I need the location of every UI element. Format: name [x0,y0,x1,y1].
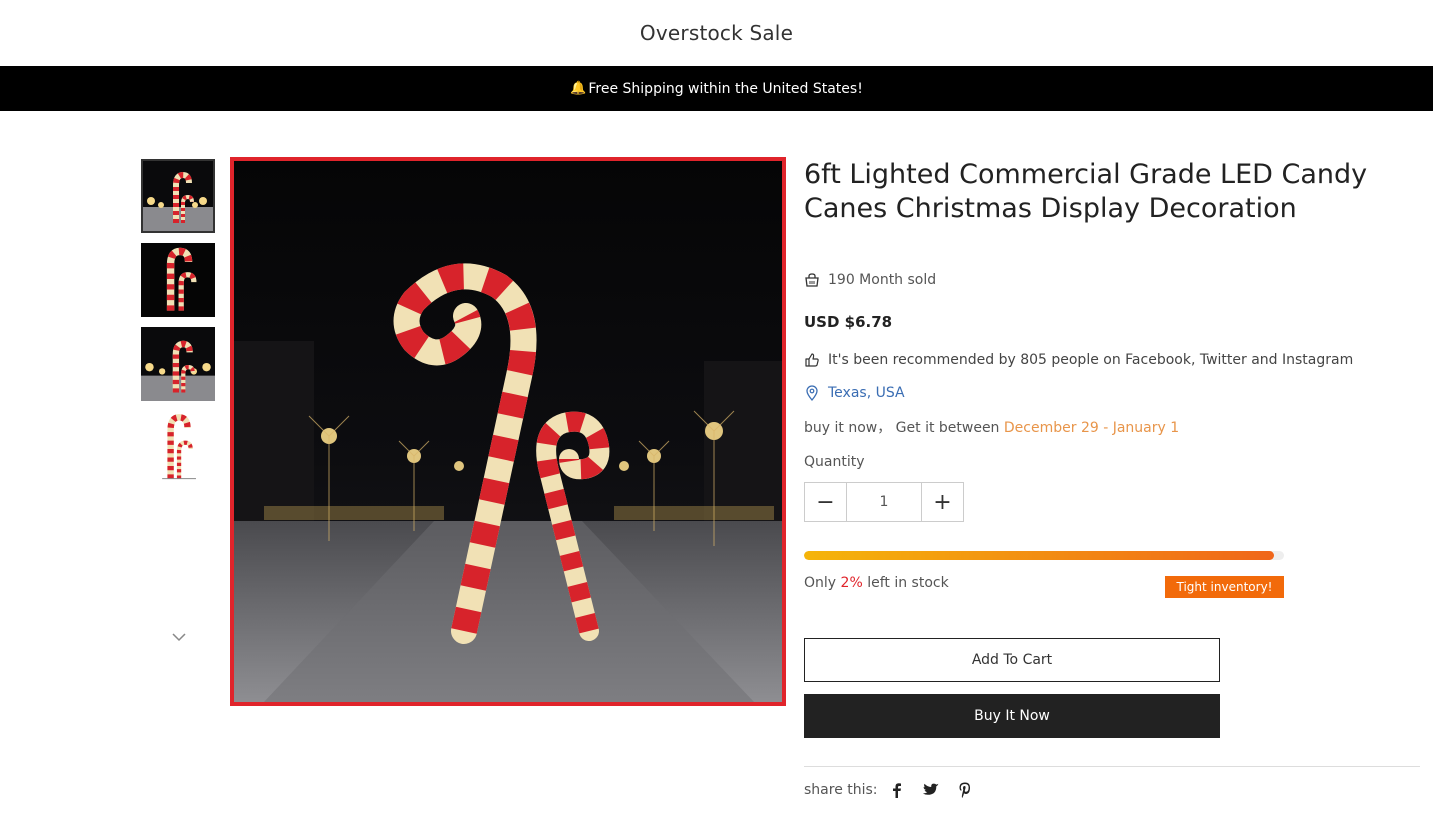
sold-count: 190 Month sold [804,272,936,288]
thumbnail-3[interactable] [141,327,215,401]
share-bar: share this: [804,781,990,799]
stock-suffix: left in stock [862,575,949,591]
location: Texas, USA [804,385,905,401]
thumbs-up-icon [805,353,819,367]
product-info: 6ft Lighted Commercial Grade LED Candy C… [804,158,1420,226]
bell-icon: 🔔 [570,81,587,96]
add-to-cart-button[interactable]: Add To Cart [804,638,1220,682]
thumbnail-list [141,159,215,495]
facebook-icon[interactable] [888,781,906,799]
sold-text: 190 Month sold [828,272,937,288]
quantity-label: Quantity [804,454,865,470]
divider [804,766,1420,767]
stock-prefix: Only [804,575,841,591]
map-pin-icon [806,385,818,401]
site-header: Overstock Sale [0,0,1433,66]
shopping-basket-icon [805,273,819,287]
main-product-image[interactable] [230,157,786,706]
product-price: USD $6.78 [804,313,893,331]
delivery-estimate: buy it now， Get it between December 29 -… [804,417,1179,437]
stock-status: Only 2% left in stock [804,575,949,591]
quantity-decrease-button[interactable]: − [805,483,846,521]
pinterest-icon[interactable] [956,781,974,799]
stock-progress-fill [804,551,1275,560]
thumbnail-1[interactable] [141,159,215,233]
announcement-text: Free Shipping within the United States! [588,80,863,97]
location-text[interactable]: Texas, USA [828,385,905,401]
stock-progress-bar [804,551,1284,560]
announcement-bar: 🔔 Free Shipping within the United States… [0,66,1433,111]
recommendation: It's been recommended by 805 people on F… [804,352,1353,368]
quantity-input[interactable] [846,483,922,521]
buy-now-button[interactable]: Buy It Now [804,694,1220,738]
store-title[interactable]: Overstock Sale [640,21,793,45]
quantity-stepper: − + [804,482,964,522]
twitter-icon[interactable] [922,781,940,799]
chevron-down-icon[interactable] [170,628,188,646]
delivery-dates: December 29 - January 1 [1003,420,1180,436]
tight-inventory-badge: Tight inventory! [1165,576,1284,598]
product-title: 6ft Lighted Commercial Grade LED Candy C… [804,159,1368,224]
thumbnail-2[interactable] [141,243,215,317]
thumbnail-4[interactable] [141,411,215,485]
delivery-prefix: buy it now， Get it between [804,420,1004,436]
stock-percent: 2% [840,575,863,591]
share-label: share this: [804,782,878,798]
quantity-increase-button[interactable]: + [922,483,963,521]
recommendation-text: It's been recommended by 805 people on F… [828,352,1354,368]
